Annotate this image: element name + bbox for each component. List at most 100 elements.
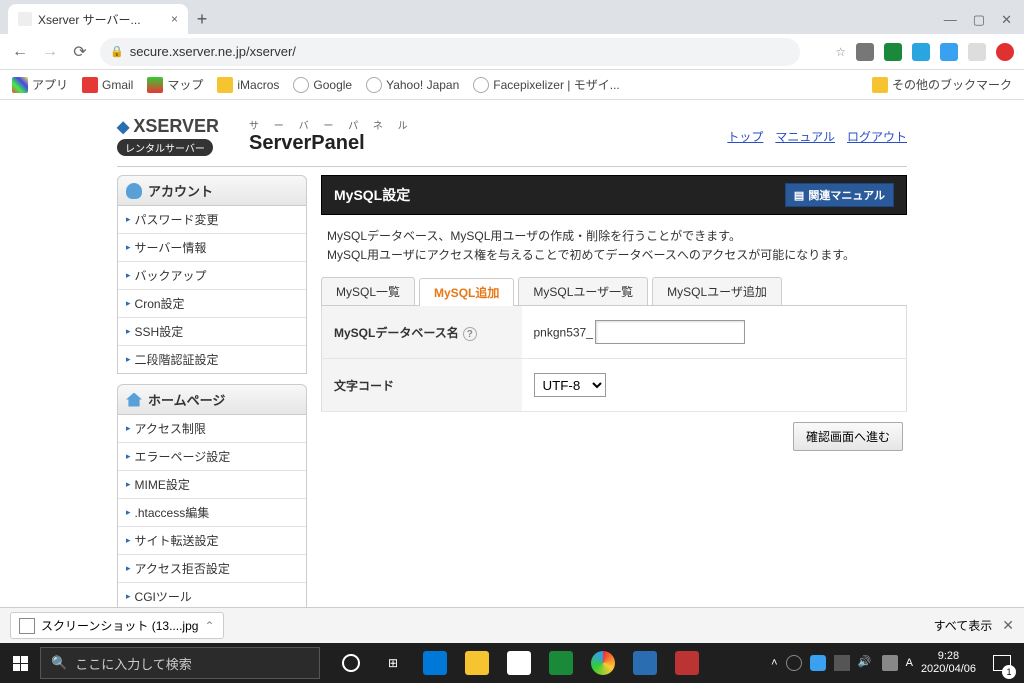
task-view-icon[interactable]: ⊞ (372, 643, 414, 683)
sidebar-item[interactable]: ▸サーバー情報 (118, 234, 306, 262)
sidebar-item[interactable]: ▸パスワード変更 (118, 206, 306, 234)
tray-network-icon[interactable] (834, 655, 850, 671)
tab-mysql-list[interactable]: MySQL一覧 (321, 277, 415, 305)
link-logout[interactable]: ログアウト (847, 128, 907, 145)
main-title-bar: MySQL設定 ▤関連マニュアル (321, 175, 907, 215)
rental-badge: レンタルサーバー (117, 139, 213, 156)
description: MySQLデータベース、MySQL用ユーザの作成・削除を行うことができます。 M… (321, 215, 907, 277)
panel-subtitle: サ ー バ ー パ ネ ル (249, 117, 414, 132)
ext-icon-2[interactable] (884, 43, 902, 61)
ext-icon-4[interactable] (940, 43, 958, 61)
bookmark-imacros[interactable]: iMacros (217, 77, 279, 93)
tb-explorer-icon[interactable] (456, 643, 498, 683)
book-icon: ▤ (794, 189, 804, 202)
sidebar-section-homepage: ホームページ (117, 384, 307, 415)
sidebar-item[interactable]: ▸サイト転送設定 (118, 527, 306, 555)
tab-mysql-user-list[interactable]: MySQLユーザ一覧 (518, 277, 648, 305)
tab-mysql-add[interactable]: MySQL追加 (419, 278, 514, 306)
sidebar-section-account: アカウント (117, 175, 307, 206)
link-top[interactable]: トップ (727, 128, 763, 145)
show-all-downloads[interactable]: すべて表示 (934, 617, 993, 634)
chevron-up-icon[interactable]: ⌃ (204, 619, 214, 633)
bookmarks-bar: アプリ Gmail マップ iMacros Google Yahoo! Japa… (0, 70, 1024, 100)
search-icon: 🔍 (51, 655, 67, 671)
db-name-input[interactable] (595, 320, 745, 344)
sidebar-item[interactable]: ▸エラーページ設定 (118, 443, 306, 471)
start-button[interactable] (0, 643, 40, 683)
bookmark-google[interactable]: Google (293, 77, 352, 93)
tray-volume-icon[interactable]: 🔊 (858, 655, 874, 671)
sidebar-item[interactable]: ▸SSH設定 (118, 318, 306, 346)
taskbar-search[interactable]: 🔍 ここに入力して検索 (40, 647, 320, 679)
tray-chevron-icon[interactable]: ˄ (771, 657, 777, 669)
close-download-bar-icon[interactable]: ✕ (1002, 617, 1014, 634)
help-icon[interactable]: ? (463, 327, 477, 341)
sidebar-item[interactable]: ▸二段階認証設定 (118, 346, 306, 373)
close-tab-icon[interactable]: × (171, 12, 178, 26)
tray-ime-a-icon[interactable]: A (906, 657, 913, 669)
ext-icon-5[interactable] (968, 43, 986, 61)
system-tray: ˄ 🔊 A 9:28 2020/04/06 1 (771, 643, 1024, 683)
tb-store-icon[interactable] (498, 643, 540, 683)
url-field[interactable]: 🔒 secure.xserver.ne.jp/xserver/ (100, 38, 800, 66)
bookmark-gmail[interactable]: Gmail (82, 77, 133, 93)
download-item[interactable]: スクリーンショット (13....jpg ⌃ (10, 612, 224, 639)
sidebar-item[interactable]: ▸アクセス拒否設定 (118, 555, 306, 583)
tabs: MySQL一覧 MySQL追加 MySQLユーザ一覧 MySQLユーザ追加 (321, 277, 907, 306)
link-manual[interactable]: マニュアル (775, 128, 835, 145)
sidebar-item[interactable]: ▸Cron設定 (118, 290, 306, 318)
ext-icon-6[interactable] (996, 43, 1014, 61)
back-icon[interactable]: ← (10, 43, 30, 61)
top-links: トップ マニュアル ログアウト (727, 128, 907, 145)
tb-mail-icon[interactable] (540, 643, 582, 683)
sidebar-item[interactable]: ▸MIME設定 (118, 471, 306, 499)
forward-icon[interactable]: → (40, 43, 60, 61)
sidebar: アカウント ▸パスワード変更 ▸サーバー情報 ▸バックアップ ▸Cron設定 ▸… (117, 175, 307, 607)
maximize-icon[interactable]: ▢ (973, 12, 985, 28)
window-controls: — ▢ ✕ (944, 12, 1024, 34)
download-bar: スクリーンショット (13....jpg ⌃ すべて表示 ✕ (0, 607, 1024, 643)
sidebar-item[interactable]: ▸CGIツール (118, 583, 306, 607)
main-title: MySQL設定 (334, 185, 410, 205)
ext-icon-3[interactable] (912, 43, 930, 61)
tb-edge-icon[interactable] (414, 643, 456, 683)
sidebar-item[interactable]: ▸.htaccess編集 (118, 499, 306, 527)
new-tab-button[interactable]: + (188, 9, 216, 34)
db-name-label: MySQLデータベース名? (322, 306, 522, 359)
reload-icon[interactable]: ⟳ (70, 42, 90, 62)
manual-button[interactable]: ▤関連マニュアル (785, 183, 894, 207)
tb-filezilla-icon[interactable] (666, 643, 708, 683)
tab-mysql-user-add[interactable]: MySQLユーザ追加 (652, 277, 782, 305)
confirm-button[interactable]: 確認画面へ進む (793, 422, 903, 451)
form-table: MySQLデータベース名? pnkgn537_ 文字コード UTF-8 (321, 306, 907, 412)
account-icon (126, 183, 142, 199)
bookmark-facepixelizer[interactable]: Facepixelizer | モザイ... (473, 76, 619, 93)
db-prefix: pnkgn537_ (534, 326, 593, 340)
bookmark-yahoo[interactable]: Yahoo! Japan (366, 77, 459, 93)
tab-favicon (18, 12, 32, 26)
taskbar: 🔍 ここに入力して検索 ⊞ ˄ 🔊 A 9:28 2020/04/06 1 (0, 643, 1024, 683)
sidebar-item[interactable]: ▸アクセス制限 (118, 415, 306, 443)
ext-icon-1[interactable] (856, 43, 874, 61)
apps-button[interactable]: アプリ (12, 76, 68, 93)
tab-title: Xserver サーバー... (38, 11, 141, 28)
browser-tab[interactable]: Xserver サーバー... × (8, 4, 188, 34)
charset-select[interactable]: UTF-8 (534, 373, 606, 397)
notification-icon[interactable]: 1 (984, 643, 1020, 683)
sidebar-item[interactable]: ▸バックアップ (118, 262, 306, 290)
tb-chrome-icon[interactable] (582, 643, 624, 683)
other-bookmarks[interactable]: その他のブックマーク (872, 76, 1012, 93)
tray-onedrive-icon[interactable] (810, 655, 826, 671)
xserver-logo: ◆XSERVER (117, 116, 219, 137)
tray-help-icon[interactable] (786, 655, 802, 671)
tb-vscode-icon[interactable] (624, 643, 666, 683)
star-icon[interactable]: ☆ (835, 45, 846, 59)
bookmark-maps[interactable]: マップ (147, 76, 203, 93)
home-icon (126, 393, 142, 407)
close-icon[interactable]: ✕ (1001, 12, 1012, 28)
cortana-icon[interactable] (330, 643, 372, 683)
download-filename: スクリーンショット (13....jpg (41, 617, 198, 634)
tray-ime-icon[interactable] (882, 655, 898, 671)
minimize-icon[interactable]: — (944, 12, 957, 28)
taskbar-clock[interactable]: 9:28 2020/04/06 (921, 650, 976, 676)
